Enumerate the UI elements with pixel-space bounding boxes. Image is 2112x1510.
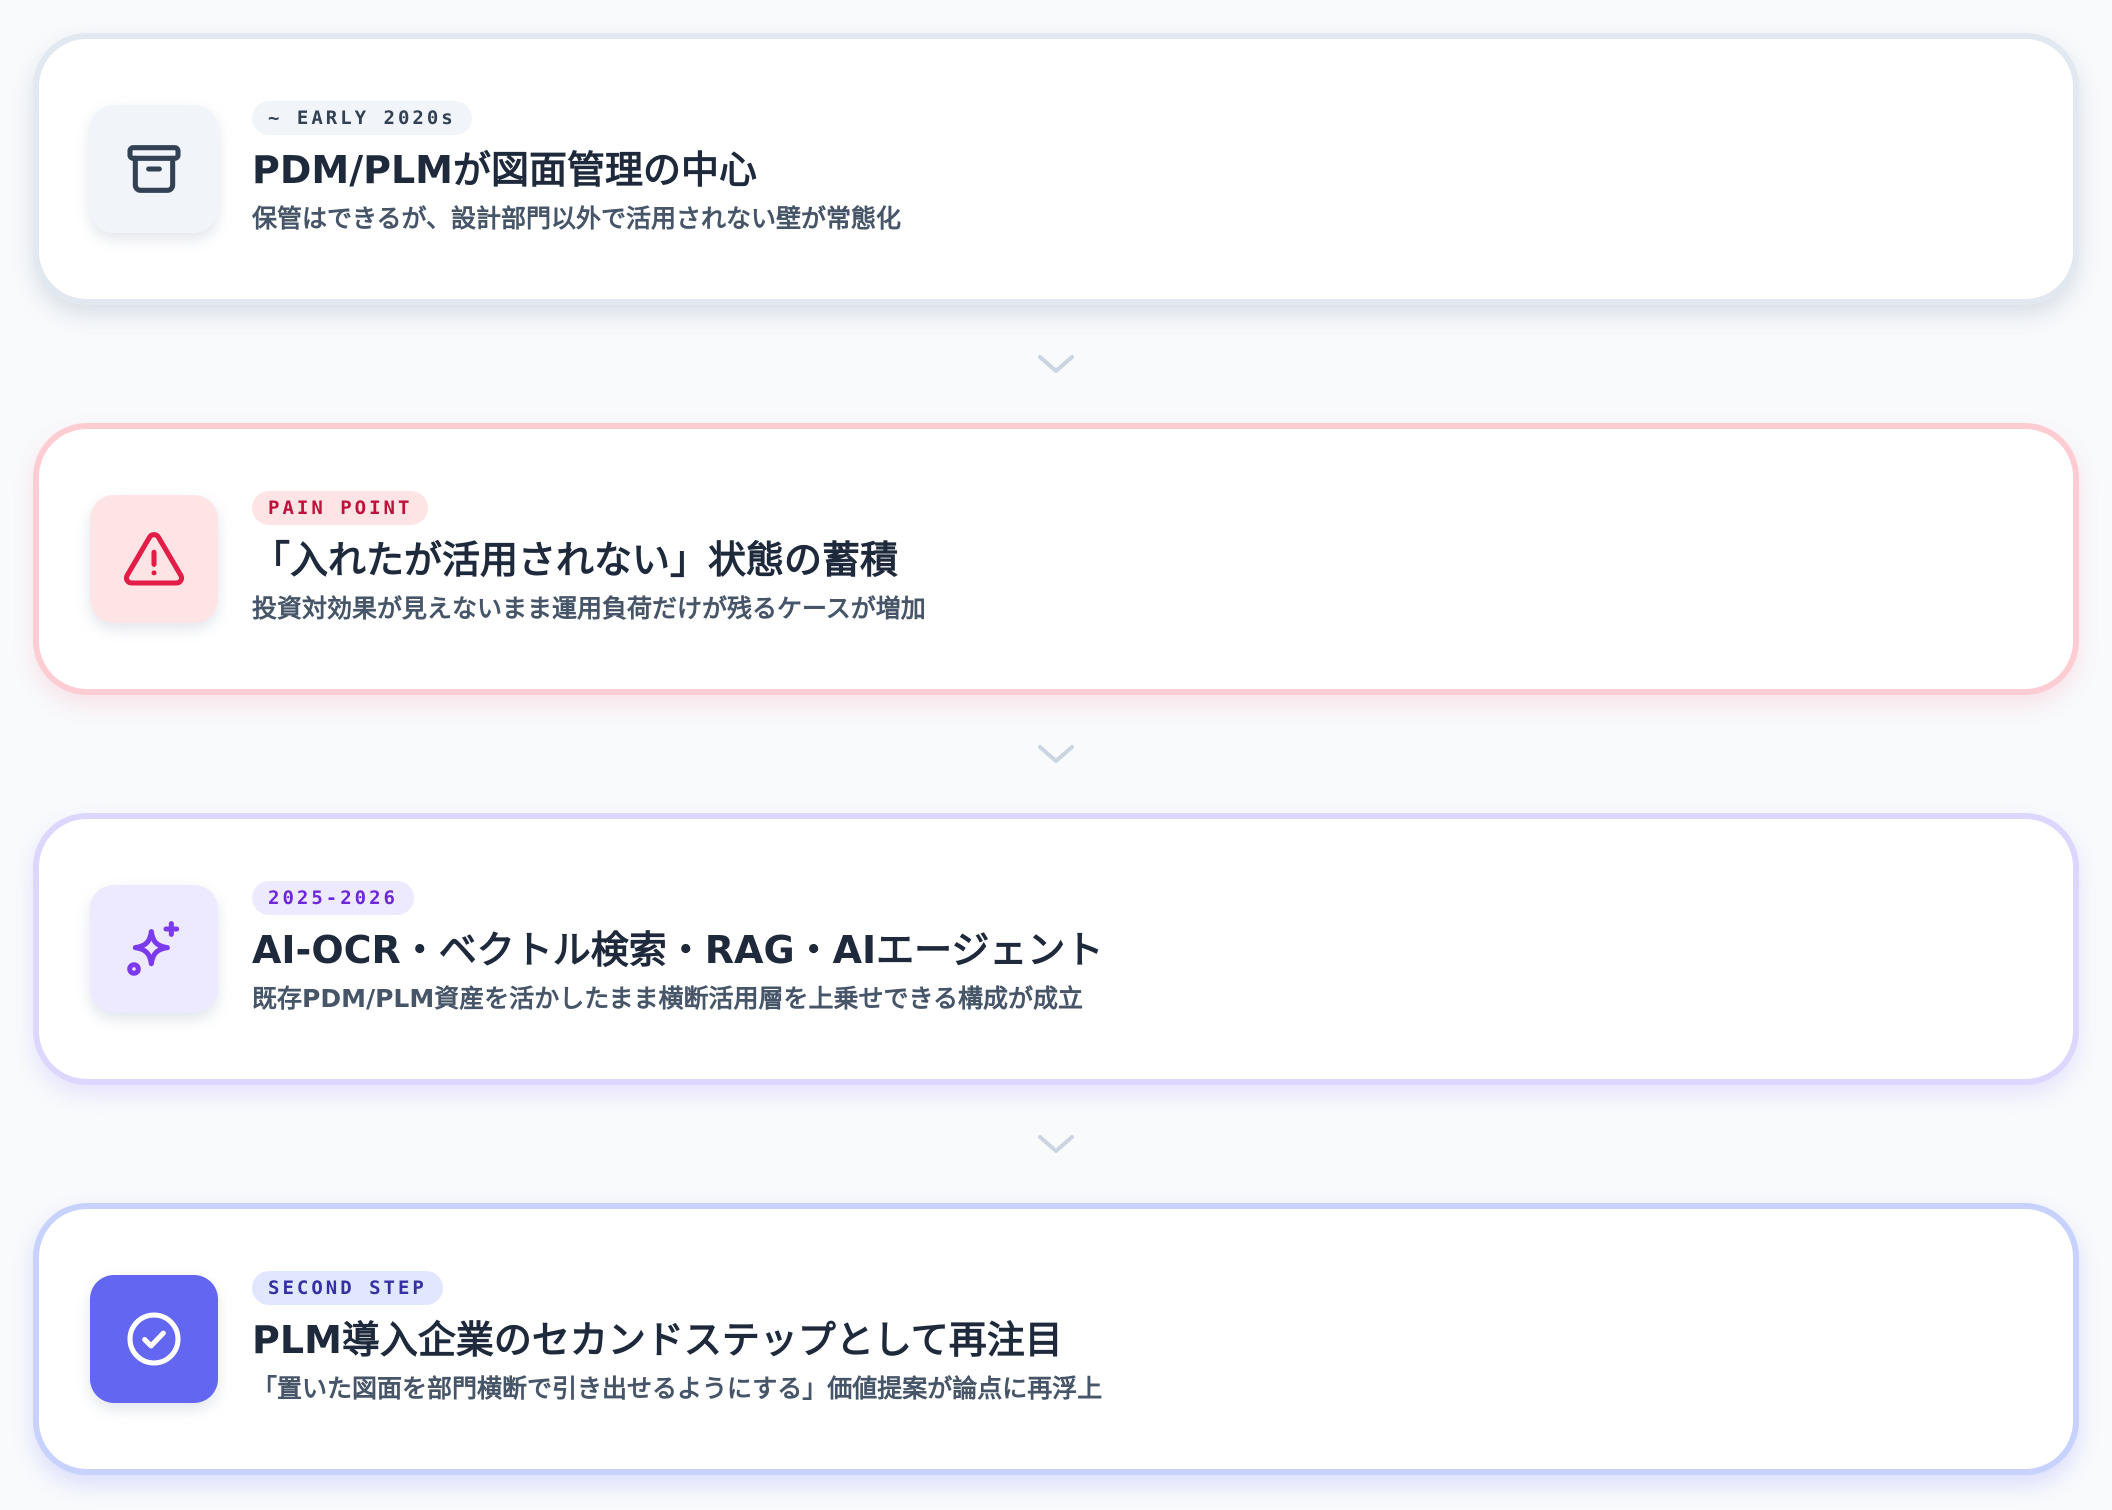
step-badge: ~ EARLY 2020s [252,101,472,135]
step-card-pain-point: PAIN POINT 「入れたが活用されない」状態の蓄積 投資対効果が見えないま… [33,423,2079,695]
step-content: ~ EARLY 2020s PDM/PLMが図面管理の中心 保管はできるが、設計… [252,101,2033,236]
step-card-2025-2026: 2025-2026 AI-OCR・ベクトル検索・RAG・AIエージェント 既存P… [33,813,2079,1085]
check-circle-icon [90,1275,218,1403]
step-title: PLM導入企業のセカンドステップとして再注目 [252,1318,1063,1362]
timeline: ~ EARLY 2020s PDM/PLMが図面管理の中心 保管はできるが、設計… [33,33,2079,1475]
step-content: 2025-2026 AI-OCR・ベクトル検索・RAG・AIエージェント 既存P… [252,881,2033,1016]
step-badge: SECOND STEP [252,1271,443,1305]
chevron-down-icon [33,305,2079,423]
step-description: 保管はできるが、設計部門以外で活用されない壁が常態化 [252,204,902,233]
step-title: PDM/PLMが図面管理の中心 [252,148,757,192]
sparkles-icon [90,885,218,1013]
warning-triangle-icon [90,495,218,623]
chevron-down-icon [33,695,2079,813]
step-title: AI-OCR・ベクトル検索・RAG・AIエージェント [252,928,1104,972]
step-description: 投資対効果が見えないまま運用負荷だけが残るケースが増加 [252,594,926,623]
step-card-early-2020s: ~ EARLY 2020s PDM/PLMが図面管理の中心 保管はできるが、設計… [33,33,2079,305]
step-card-second-step: SECOND STEP PLM導入企業のセカンドステップとして再注目 「置いた図… [33,1203,2079,1475]
archive-box-icon [90,105,218,233]
step-title: 「入れたが活用されない」状態の蓄積 [252,538,899,582]
step-badge: 2025-2026 [252,881,414,915]
step-description: 既存PDM/PLM資産を活かしたまま横断活用層を上乗せできる構成が成立 [252,984,1083,1013]
step-description: 「置いた図面を部門横断で引き出せるようにする」価値提案が論点に再浮上 [252,1374,1103,1403]
chevron-down-icon [33,1085,2079,1203]
step-content: PAIN POINT 「入れたが活用されない」状態の蓄積 投資対効果が見えないま… [252,491,2033,626]
step-badge: PAIN POINT [252,491,429,525]
step-content: SECOND STEP PLM導入企業のセカンドステップとして再注目 「置いた図… [252,1271,2033,1406]
